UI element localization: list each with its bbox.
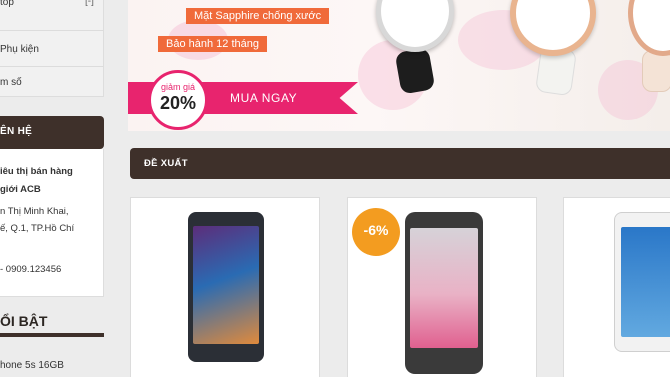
category-item-top[interactable]: top [0,0,14,8]
category-item-accessories[interactable]: Phụ kiện [0,44,39,55]
product-card[interactable] [563,197,670,377]
contact-line: iêu thị bán hàng [0,166,73,177]
contact-header: ÊN HỆ [0,116,104,149]
discount-label: giảm giá [160,82,196,92]
watch-face [376,0,454,52]
phone-screen [193,226,259,344]
buy-now-button[interactable]: MUA NGAY [230,91,297,105]
tablet-screen [621,227,670,337]
product-card[interactable]: -6% [347,197,537,377]
divider [0,66,104,67]
contact-title: ÊN HỆ [0,126,33,137]
phone-screen [410,228,478,348]
watch-strap [642,50,670,92]
promo-banner[interactable]: Mặt Sapphire chống xước Bảo hành 12 thán… [128,0,670,131]
discount-badge: giảm giá 20% [148,70,208,130]
discount-value: 20% [159,93,197,113]
sidebar: top [-] Phụ kiện m số ÊN HỆ iêu thị bán … [0,0,104,377]
watch-image [628,0,670,100]
category-menu: top [-] Phụ kiện m số [0,0,104,97]
divider [0,30,104,31]
contact-phone: - 0909.123456 [0,264,62,275]
sale-badge: -6% [352,208,400,256]
product-card[interactable] [130,197,320,377]
featured-title: ỔI BẬT [0,313,48,329]
contact-line: n Thị Minh Khai, [0,206,69,217]
contact-line: ế, Q.1, TP.Hồ Chí [0,223,75,234]
sale-badge-text: -6% [363,222,389,238]
page: top [-] Phụ kiện m số ÊN HỆ iêu thị bán … [0,0,670,377]
watch-face [628,0,670,56]
section-header: ĐỀ XUẤT [130,148,670,179]
section-title: ĐỀ XUẤT [144,158,188,169]
product-image [614,212,670,352]
watch-image [510,0,600,100]
watch-strap [394,47,436,95]
collapse-toggle[interactable]: [-] [85,0,94,7]
contact-panel: iêu thị bán hàng giới ACB n Thị Minh Kha… [0,149,104,297]
product-image [405,212,483,374]
featured-product-link[interactable]: hone 5s 16GB [0,360,64,371]
category-item-sim[interactable]: m số [0,77,22,88]
product-image [188,212,264,362]
watch-face [510,0,596,56]
watch-image [376,0,456,100]
banner-feature-warranty: Bảo hành 12 tháng [158,36,267,52]
contact-line: giới ACB [0,184,41,195]
banner-feature-sapphire: Mặt Sapphire chống xước [186,8,330,24]
featured-underline [0,333,104,337]
